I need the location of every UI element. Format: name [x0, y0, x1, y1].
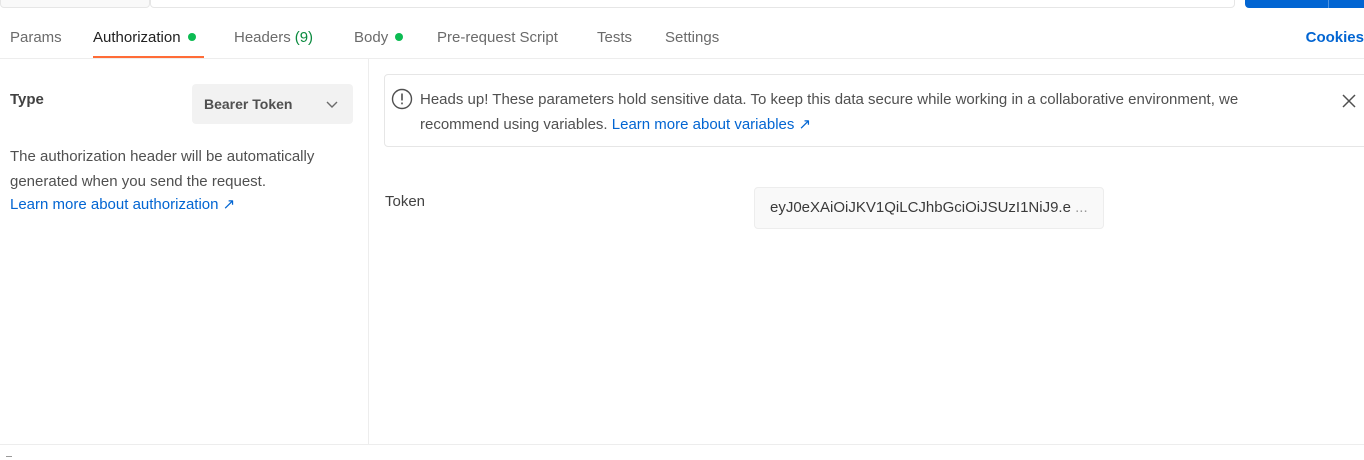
- notice-message: Heads up! These parameters hold sensitiv…: [420, 91, 1239, 133]
- token-label: Token: [385, 193, 426, 210]
- learn-more-authorization-link[interactable]: Learn more about authorization ↗: [10, 195, 235, 213]
- request-tabs: Params Authorization Headers (9) Body Pre…: [0, 20, 1364, 59]
- close-icon[interactable]: [1340, 92, 1358, 110]
- chevron-down-icon: [326, 101, 338, 108]
- learn-more-variables-link[interactable]: Learn more about variables ↗: [612, 116, 811, 133]
- request-editor: Params Authorization Headers (9) Body Pre…: [0, 0, 1364, 460]
- tab-label: Pre-request Script: [437, 29, 558, 46]
- tab-settings[interactable]: Settings: [665, 20, 719, 58]
- tab-pre-request-script[interactable]: Pre-request Script: [437, 20, 558, 58]
- auth-description: The authorization header will be automat…: [10, 148, 315, 190]
- resize-handle[interactable]: [6, 456, 12, 457]
- tab-params[interactable]: Params: [10, 20, 62, 58]
- panel-divider: [0, 444, 1364, 445]
- method-select[interactable]: [0, 0, 150, 8]
- url-input[interactable]: [150, 0, 1235, 8]
- tab-label: Params: [10, 29, 62, 46]
- auth-type-panel: Type Bearer Token The authorization head…: [0, 59, 369, 444]
- status-dot: [395, 33, 404, 41]
- info-icon: [391, 88, 413, 110]
- tab-label: Settings: [665, 29, 720, 46]
- auth-type-value: Bearer Token: [204, 96, 293, 112]
- tab-body[interactable]: Body: [354, 20, 404, 58]
- token-text: eyJ0eXAiOiJKV1QiLCJhbGciOiJSUzI1NiJ9.e: [770, 199, 1071, 216]
- tab-authorization[interactable]: Authorization: [93, 20, 204, 58]
- cookies-link[interactable]: Cookies: [1306, 20, 1364, 58]
- token-input[interactable]: eyJ0eXAiOiJKV1QiLCJhbGciOiJSUzI1NiJ9.e .…: [754, 187, 1104, 229]
- tab-label: Authorization: [93, 29, 181, 46]
- tab-tests[interactable]: Tests: [597, 20, 632, 58]
- tab-label: Tests: [597, 29, 633, 46]
- status-dot: [187, 33, 196, 41]
- tab-label: Body: [354, 29, 389, 46]
- send-dropdown-divider: [1328, 0, 1329, 8]
- send-button[interactable]: [1245, 0, 1364, 8]
- sensitive-data-notice: Heads up! These parameters hold sensitiv…: [384, 74, 1364, 147]
- type-label: Type: [10, 91, 44, 108]
- headers-count: (9): [294, 29, 314, 46]
- auth-type-select[interactable]: Bearer Token: [192, 84, 353, 124]
- token-value: eyJ0eXAiOiJKV1QiLCJhbGciOiJSUzI1NiJ9.e .…: [770, 199, 1090, 216]
- tab-headers[interactable]: Headers (9): [234, 20, 313, 58]
- notice-text: Heads up! These parameters hold sensitiv…: [420, 87, 1320, 137]
- tab-label: Headers: [234, 29, 291, 46]
- token-ellipsis: ...: [1075, 199, 1088, 216]
